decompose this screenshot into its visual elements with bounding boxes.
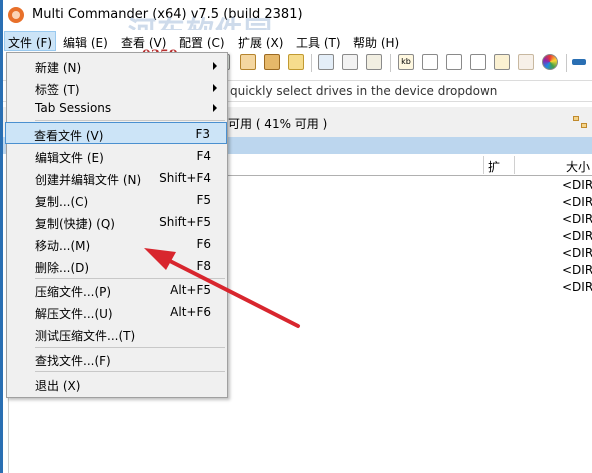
window-left-border <box>0 0 3 473</box>
file-menu-dropdown: 新建 (N) 标签 (T) Tab Sessions 查看文件 (V) F3 编… <box>5 52 228 398</box>
menu-item-delete[interactable]: 删除...(D) F8 <box>7 255 227 277</box>
menu-item-shortcut: F4 <box>196 149 211 163</box>
table-row-size[interactable]: <DIR> <box>562 280 592 294</box>
menu-item-label: 标签 (T) <box>35 83 80 97</box>
menu-item-shortcut: F6 <box>196 237 211 251</box>
menu-item-create-edit-file[interactable]: 创建并编辑文件 (N) Shift+F4 <box>7 167 227 189</box>
menu-item-label: 查找文件...(F) <box>35 354 111 368</box>
menu-item-edit-file[interactable]: 编辑文件 (E) F4 <box>7 145 227 167</box>
menu-item-copy[interactable]: 复制...(C) F5 <box>7 189 227 211</box>
folder-new-icon[interactable] <box>288 54 304 70</box>
toolbar-separator <box>390 54 391 72</box>
menu-item-extract[interactable]: 解压文件...(U) Alt+F6 <box>7 301 227 323</box>
menu-file[interactable]: 文件 (F) <box>4 31 57 51</box>
menu-item-move[interactable]: 移动...(M) F6 <box>7 233 227 255</box>
submenu-arrow-icon <box>213 62 217 70</box>
column-ext[interactable]: 扩 <box>488 158 500 175</box>
menu-item-label: 移动...(M) <box>35 239 91 253</box>
kb-icon[interactable]: kb <box>398 54 414 70</box>
menu-item-new[interactable]: 新建 (N) <box>7 55 227 77</box>
menu-item-label: 解压文件...(U) <box>35 307 113 321</box>
submenu-arrow-icon <box>213 84 217 92</box>
table-row-size[interactable]: <DIR> <box>562 229 592 243</box>
folder-tree-icon[interactable] <box>573 116 589 130</box>
table-row-size[interactable]: <DIR> <box>562 212 592 226</box>
package-icon[interactable] <box>264 54 280 70</box>
menu-item-tab-sessions[interactable]: Tab Sessions <box>7 97 227 119</box>
menu-item-shortcut: F8 <box>196 259 211 273</box>
menu-item-shortcut: F3 <box>195 127 210 141</box>
menu-help[interactable]: 帮助 (H) <box>353 34 399 51</box>
menu-item-label: 复制(快捷) (Q) <box>35 217 115 231</box>
menu-item-label: 复制...(C) <box>35 195 89 209</box>
menu-item-label: 退出 (X) <box>35 379 81 393</box>
document-icon[interactable] <box>422 54 438 70</box>
toolbar-separator <box>311 54 312 72</box>
column-divider[interactable] <box>483 156 484 174</box>
toolbar-separator <box>566 54 567 72</box>
menu-item-tabs[interactable]: 标签 (T) <box>7 77 227 99</box>
wand-icon[interactable] <box>518 54 534 70</box>
table-row-size[interactable]: <DIR> <box>562 178 592 192</box>
menu-item-label: 删除...(D) <box>35 261 90 275</box>
menu-item-find-files[interactable]: 查找文件...(F) <box>7 348 227 370</box>
image-icon[interactable] <box>240 54 256 70</box>
menu-extensions[interactable]: 扩展 (X) <box>238 34 283 51</box>
column-divider[interactable] <box>514 156 515 174</box>
menu-item-label: Tab Sessions <box>35 101 112 115</box>
submenu-arrow-icon <box>213 104 217 112</box>
menu-item-label: 创建并编辑文件 (N) <box>35 173 142 187</box>
column-size[interactable]: 大小 <box>566 158 590 175</box>
app-logo-icon <box>8 7 24 23</box>
menu-item-label: 压缩文件...(P) <box>35 285 112 299</box>
document-icon[interactable] <box>470 54 486 70</box>
menu-item-exit[interactable]: 退出 (X) <box>7 373 227 395</box>
table-row-size[interactable]: <DIR> <box>562 195 592 209</box>
edit-icon[interactable] <box>342 54 358 70</box>
title-bar: Multi Commander (x64) v7.5 (build 2381) … <box>0 0 592 48</box>
menu-item-label: 查看文件 (V) <box>34 129 104 143</box>
note-icon[interactable] <box>494 54 510 70</box>
menu-item-view-file[interactable]: 查看文件 (V) F3 <box>5 122 227 144</box>
table-row-size[interactable]: <DIR> <box>562 263 592 277</box>
menu-item-compress[interactable]: 压缩文件...(P) Alt+F5 <box>7 279 227 301</box>
document-icon[interactable] <box>446 54 462 70</box>
menu-separator <box>35 120 225 121</box>
menu-tools[interactable]: 工具 (T) <box>296 34 341 51</box>
menu-item-quick-copy[interactable]: 复制(快捷) (Q) Shift+F5 <box>7 211 227 233</box>
binoculars-icon[interactable] <box>366 54 382 70</box>
hint-text: quickly select drives in the device drop… <box>230 84 498 98</box>
menu-item-label: 新建 (N) <box>35 61 82 75</box>
menu-item-shortcut: Shift+F4 <box>159 171 211 185</box>
menu-item-label: 测试压缩文件...(T) <box>35 329 136 343</box>
menu-item-shortcut: F5 <box>196 193 211 207</box>
drive-free-space: 可用 ( 41% 可用 ) <box>228 117 328 131</box>
menu-item-shortcut: Shift+F5 <box>159 215 211 229</box>
menu-item-label: 编辑文件 (E) <box>35 151 104 165</box>
search-icon[interactable] <box>318 54 334 70</box>
menu-item-shortcut: Alt+F5 <box>170 283 211 297</box>
panel-toggle-icon[interactable] <box>572 59 586 65</box>
menu-separator <box>35 371 225 372</box>
table-row-size[interactable]: <DIR> <box>562 246 592 260</box>
menu-item-shortcut: Alt+F6 <box>170 305 211 319</box>
color-wheel-icon[interactable] <box>542 54 558 70</box>
menu-item-test-archive[interactable]: 测试压缩文件...(T) <box>7 323 227 345</box>
